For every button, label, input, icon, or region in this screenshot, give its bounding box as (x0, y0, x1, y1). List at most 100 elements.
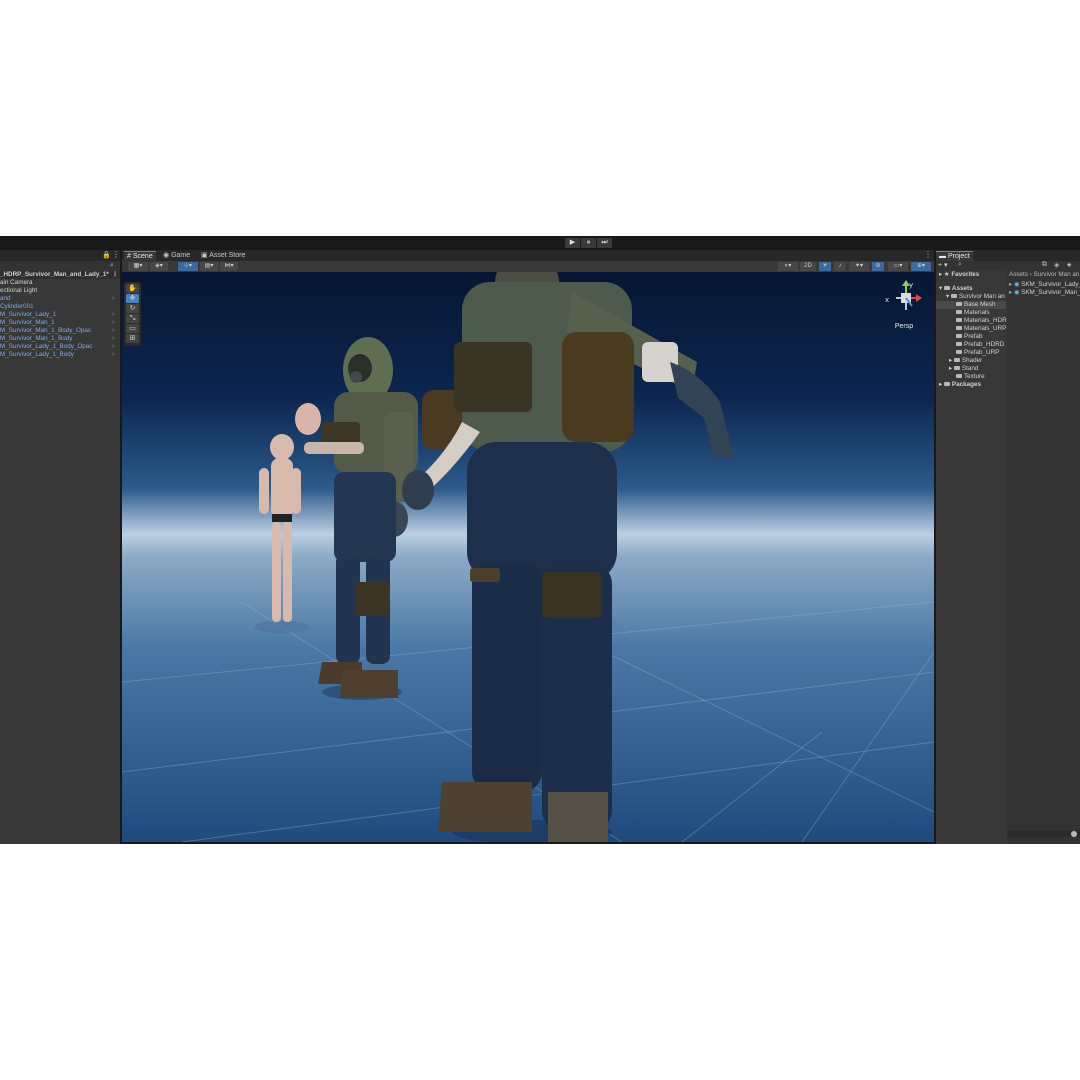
rotate-tool-icon[interactable]: ↻ (126, 304, 139, 313)
pivot-dropdown[interactable]: ⊹▾ (178, 262, 198, 271)
project-subfolder[interactable]: Base Mesh (936, 301, 1006, 309)
folder-icon (956, 374, 962, 379)
favorites-label: Favorites (951, 271, 980, 278)
hierarchy-item[interactable]: M_Survivor_Lady_1_Body_Opac › (0, 343, 120, 351)
gizmos-dropdown[interactable]: ⊕▾ (911, 262, 931, 271)
project-subfolder[interactable]: Materials_HDR (936, 317, 1007, 325)
chevron-right-icon[interactable]: › (112, 295, 114, 303)
hierarchy-item[interactable]: ectional Light (0, 287, 120, 295)
favorites-item[interactable]: ▸ ★ Favorites (939, 271, 979, 279)
base-mesh-head (295, 403, 321, 435)
hierarchy-item[interactable]: M_Survivor_Lady_1_Body › (0, 351, 120, 359)
folder-icon (956, 310, 962, 315)
hidden-objects-toggle[interactable]: ⊘ (872, 262, 884, 271)
folder-icon (956, 326, 962, 331)
project-breadcrumb[interactable]: Assets › Survivor Man an (1009, 271, 1079, 279)
play-button[interactable]: ▶ (565, 238, 580, 248)
hierarchy-item[interactable]: M_Survivor_Man_1_Body_Opac › (0, 327, 120, 335)
transform-tool-icon[interactable]: ⊞ (126, 334, 139, 343)
projection-label[interactable]: Persp (882, 323, 926, 330)
label-icon[interactable]: ◈ (1054, 261, 1059, 269)
snap-dropdown[interactable]: ⋈▾ (220, 262, 238, 271)
project-subfolder[interactable]: ▸ Shader (936, 357, 1006, 365)
effects-dropdown[interactable]: ✦▾ (849, 262, 869, 271)
asset-file-label: SKM_Survivor_Lady_ (1021, 281, 1080, 288)
zoom-slider[interactable] (1007, 831, 1080, 837)
chevron-right-icon: ▸ (939, 381, 943, 388)
folder-icon (956, 342, 962, 347)
asset-file-item[interactable]: ▸ ◉ SKM_Survivor_Lady_ (1009, 281, 1080, 289)
mesh-asset-icon: ▸ ◉ (1009, 281, 1022, 288)
scene-root[interactable]: _HDRP_Survivor_Man_and_Lady_1* ⋮ (0, 271, 120, 279)
svg-text:y: y (909, 281, 913, 289)
project-subfolder-label: Materials_HDR (964, 317, 1007, 324)
project-subfolder[interactable]: Prefab (936, 333, 1006, 341)
project-subfolder[interactable]: Materials (936, 309, 1006, 317)
orientation-gizmo[interactable]: x y Persp (882, 280, 926, 330)
project-subfolder-label: Base Mesh (964, 301, 996, 308)
hierarchy-item[interactable]: Cylinder001 (0, 303, 120, 311)
store-icon: ▣ (201, 252, 208, 259)
add-asset-button[interactable]: + ▾ (938, 261, 948, 269)
draw-mode-dropdown[interactable]: ▦▾ (128, 262, 148, 271)
project-subfolder[interactable]: Texture (936, 373, 1006, 381)
svg-text:x: x (885, 296, 889, 304)
tab-game-label: Game (171, 252, 191, 259)
chevron-down-icon: ▾ (946, 293, 950, 300)
pause-button[interactable]: ⏸ (581, 238, 596, 248)
hand-tool-icon[interactable]: ✋ (126, 284, 139, 293)
camera-dropdown[interactable]: ◈▾ (150, 262, 168, 271)
chevron-right-icon[interactable]: › (112, 311, 114, 319)
rect-tool-icon[interactable]: ▭ (126, 324, 139, 333)
step-button[interactable]: ⏭ (597, 238, 612, 248)
hierarchy-item[interactable]: M_Survivor_Man_1_Body › (0, 335, 120, 343)
chevron-right-icon[interactable]: › (112, 319, 114, 327)
project-subfolder[interactable]: Prefab_URP (936, 349, 1006, 357)
survivor-lady-figure (402, 272, 734, 842)
scene-name: _HDRP_Survivor_Man_and_Lady_1* (0, 271, 109, 278)
move-tool-icon[interactable]: ✥ (126, 294, 139, 303)
zoom-slider-handle[interactable] (1071, 831, 1077, 837)
scene-more-icon[interactable]: ⋮ (924, 250, 932, 259)
hierarchy-item-label: ectional Light (0, 287, 38, 294)
filter-icon[interactable]: ⧉ (1042, 261, 1047, 269)
assets-item[interactable]: ▾ Assets (939, 285, 973, 293)
scene-render (122, 272, 934, 842)
project-subfolder[interactable]: ▸ Stand (936, 365, 1006, 373)
unity-editor-window: ▶ ⏸ ⏭ 🔒 ⋮ ⌕ _HDRP_Survivor_Man_and_Lady_… (0, 236, 1080, 844)
scale-tool-icon[interactable]: ⤡ (126, 314, 139, 323)
hierarchy-item[interactable]: ain Camera (0, 279, 120, 287)
assets-label: Assets (951, 285, 973, 292)
hierarchy-item[interactable]: and › (0, 295, 120, 303)
mesh-asset-icon: ▸ ◉ (1009, 289, 1022, 296)
scene-viewport[interactable]: x y Persp (122, 272, 934, 842)
chevron-right-icon[interactable]: › (112, 351, 114, 359)
scene-menu-icon[interactable]: ⋮ (112, 271, 118, 279)
chevron-right-icon[interactable]: › (112, 343, 114, 351)
project-toolbar: + ▾ ⌕ ⧉ ◈ ★ (936, 261, 1080, 271)
chevron-right-icon[interactable]: › (112, 335, 114, 343)
shading-dropdown[interactable]: ◐▾ (778, 262, 798, 271)
star-icon[interactable]: ★ (1066, 261, 1072, 269)
audio-toggle[interactable]: ♪ (834, 262, 846, 271)
project-subfolder[interactable]: Prefab_HDRD (936, 341, 1006, 349)
search-icon: ⌕ (110, 262, 114, 269)
camera-settings-dropdown[interactable]: ▭▾ (888, 262, 908, 271)
lighting-toggle[interactable]: ☀ (819, 262, 831, 271)
mode-2d-toggle[interactable]: 2D (800, 262, 816, 271)
hierarchy-search-bar[interactable]: ⌕ (0, 261, 120, 271)
root-folder-item[interactable]: ▾ Survivor Man an (946, 293, 1005, 301)
tab-asset-store[interactable]: ▣ Asset Store (198, 251, 248, 261)
project-subfolder[interactable]: Materials_URP (936, 325, 1006, 333)
hierarchy-item[interactable]: M_Survivor_Lady_1 › (0, 311, 120, 319)
lock-icon[interactable]: 🔒 (102, 251, 111, 259)
asset-file-item[interactable]: ▸ ◉ SKM_Survivor_Man_ (1009, 289, 1080, 297)
tab-game[interactable]: ◉ Game (160, 251, 193, 261)
hierarchy-item-label: M_Survivor_Man_1_Body_Opac (0, 327, 92, 334)
tab-asset-store-label: Asset Store (209, 252, 246, 259)
more-menu-icon[interactable]: ⋮ (112, 250, 120, 259)
grid-dropdown[interactable]: ▤▾ (200, 262, 218, 271)
hierarchy-item[interactable]: M_Survivor_Man_1 › (0, 319, 120, 327)
chevron-right-icon[interactable]: › (112, 327, 114, 335)
packages-item[interactable]: ▸ Packages (939, 381, 981, 389)
